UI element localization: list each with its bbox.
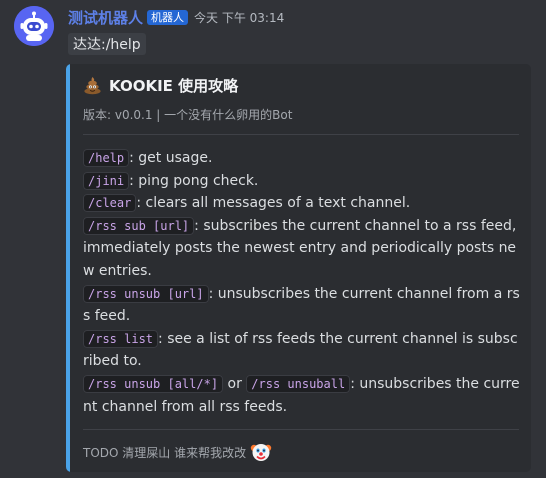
embed-divider-top — [83, 134, 519, 135]
command-rss-unsub-all: /rss unsub [all/*] or /rss unsuball: uns… — [83, 373, 521, 418]
embed-divider-bottom — [83, 429, 519, 430]
command-description: : get usage. — [129, 150, 213, 166]
robot-icon — [14, 6, 54, 46]
command-rss-list: /rss list: see a list of rss feeds the c… — [83, 328, 521, 373]
command-code: /rss list — [83, 329, 159, 348]
embed-footer-text: TODO 清理屎山 谁来帮我改改 — [83, 445, 247, 460]
embed-subtitle: 版本: v0.0.1 | 一个没有什么卵用的Bot — [83, 108, 293, 122]
command-code: /clear — [83, 194, 137, 213]
chat-message: 测试机器人 机器人 今天 下午 03:14 达达:/help KOOKIE 使用… — [0, 0, 546, 478]
command-rss-unsub: /rss unsub [url]: unsubscribes the curre… — [83, 283, 521, 328]
command-code-alt: /rss unsuball — [246, 374, 351, 393]
embed-footer: TODO 清理屎山 谁来帮我改改 — [83, 441, 272, 463]
clown-face-icon — [250, 441, 272, 463]
command-description: : ping pong check. — [129, 172, 259, 189]
command-list: /help: get usage. /jini: ping pong check… — [83, 147, 521, 418]
message-header: 测试机器人 机器人 今天 下午 03:14 — [68, 7, 284, 27]
embed-card: KOOKIE 使用攻略 版本: v0.0.1 | 一个没有什么卵用的Bot /h… — [66, 64, 531, 472]
command-description: : clears all messages of a text channel. — [136, 195, 411, 212]
message-content: 达达:/help — [68, 32, 146, 56]
command-jini: /jini: ping pong check. — [83, 170, 521, 193]
embed-accent-bar — [66, 64, 70, 472]
embed-title: KOOKIE 使用攻略 — [83, 75, 238, 96]
command-code: /help — [83, 149, 130, 167]
command-help: /help: get usage. — [83, 147, 521, 170]
command-code: /rss unsub [url] — [83, 284, 209, 303]
bot-avatar[interactable] — [14, 6, 54, 46]
bot-badge: 机器人 — [147, 9, 189, 25]
command-clear: /clear: clears all messages of a text ch… — [83, 192, 521, 215]
message-timestamp: 今天 下午 03:14 — [194, 10, 285, 25]
command-connector: or — [223, 375, 247, 392]
username[interactable]: 测试机器人 — [68, 7, 143, 28]
poop-emoji-icon — [83, 76, 102, 95]
message-text: 达达:/help — [68, 33, 146, 55]
command-code: /jini — [83, 171, 130, 190]
command-rss-sub: /rss sub [url]: subscribes the current c… — [83, 215, 521, 283]
command-code: /rss unsub [all/*] — [83, 374, 224, 393]
command-code: /rss sub [url] — [83, 216, 195, 235]
embed-title-text: KOOKIE 使用攻略 — [109, 77, 239, 95]
